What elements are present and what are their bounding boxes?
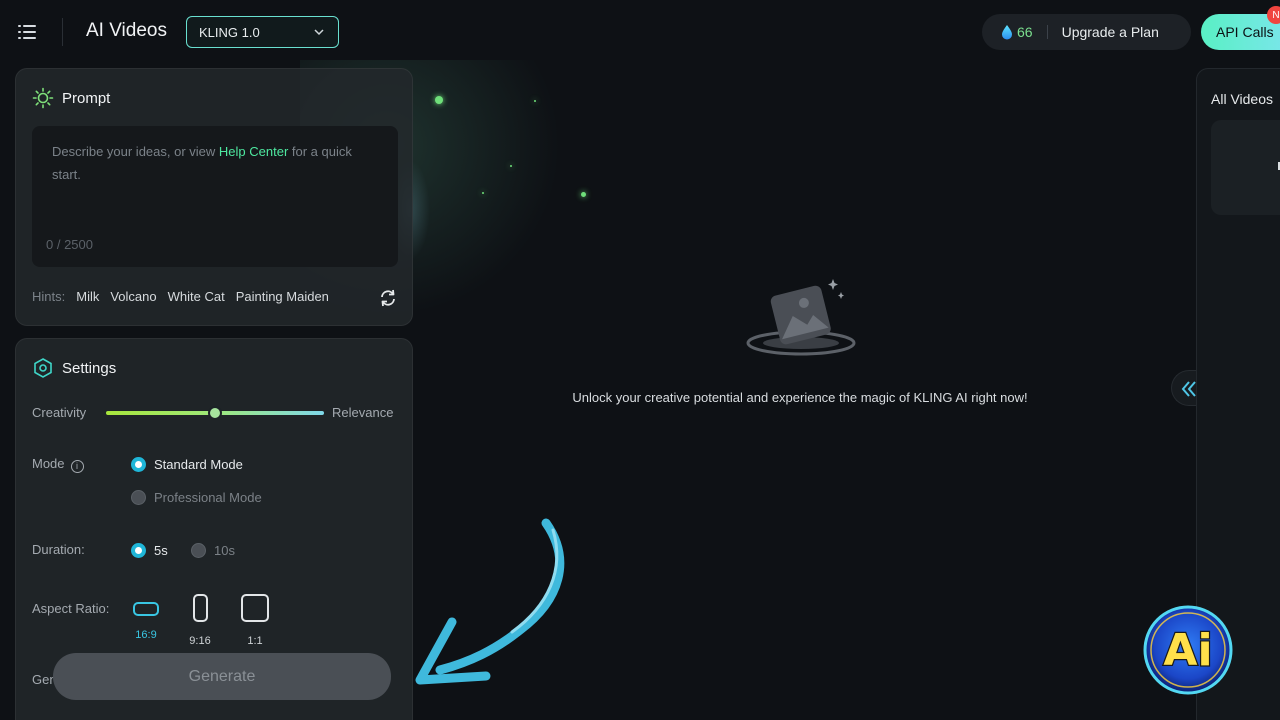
duration-option-label: 5s [154,543,168,558]
upgrade-plan-link[interactable]: Upgrade a Plan [1062,24,1159,40]
radio-selected-icon [131,543,146,558]
background-spark [581,192,586,197]
ratio-label: 16:9 [135,629,157,641]
help-center-link[interactable]: Help Center [219,144,288,159]
landscape-ratio-icon [133,602,159,616]
logo-text: Ai [1163,625,1212,676]
aspect-1-1-option[interactable]: 1:1 [235,594,275,647]
hexagon-settings-icon [34,358,52,378]
background-spark [534,100,536,102]
background-spark [510,165,512,167]
api-calls-label: API Calls [1216,24,1274,40]
hints-row: Hints: Milk Volcano White Cat Painting M… [32,289,329,304]
sun-icon [32,87,54,109]
prompt-card: Prompt Describe your ideas, or view Help… [15,68,413,326]
radio-unselected-icon [131,490,146,505]
ratio-label: 9:16 [189,635,211,647]
hint-chip[interactable]: White Cat [168,289,225,304]
empty-state-message: Unlock your creative potential and exper… [572,390,1028,405]
ai-watermark-logo: Ai [1143,605,1233,695]
mode-option-label: Standard Mode [154,457,243,472]
background-spark [435,96,443,104]
prompt-title: Prompt [62,89,111,107]
hint-chip[interactable]: Painting Maiden [236,289,329,304]
credits-divider [1046,25,1048,39]
video-card-placeholder [1211,120,1280,215]
page-title: AI Videos [86,20,167,41]
mode-label-text: Mode [32,456,65,471]
background-spark [482,192,484,194]
top-bar: AI Videos KLING 1.0 66 Upgrade a Plan AP… [0,0,1280,64]
prompt-placeholder: Describe your ideas, or view Help Center… [52,140,372,186]
portrait-ratio-icon [192,594,208,622]
aspect-16-9-option[interactable]: 16:9 [126,594,166,641]
chevron-down-icon [314,29,324,36]
model-select[interactable]: KLING 1.0 [186,16,339,48]
square-ratio-icon [241,594,269,622]
creativity-label: Creativity [32,405,87,420]
hints-label: Hints: [32,289,66,304]
mode-label: Mode i [32,456,84,473]
relevance-label: Relevance [332,405,394,420]
new-badge: N [1267,6,1280,24]
creativity-relevance-slider[interactable] [106,406,324,420]
duration-option-label: 10s [214,543,235,558]
refresh-icon[interactable] [378,288,398,308]
generate-button[interactable]: Generate [53,653,391,700]
info-icon[interactable]: i [70,460,84,473]
aspect-9-16-option[interactable]: 9:16 [180,594,220,647]
credits-count: 66 [1017,24,1033,40]
credits-upgrade-pill[interactable]: 66 Upgrade a Plan [982,14,1191,50]
empty-state-image-icon [746,279,856,356]
placeholder-text: Describe your ideas, or view [52,144,219,159]
all-videos-tab[interactable]: All Videos [1211,91,1273,107]
credit-drop-icon [1002,25,1012,40]
radio-unselected-icon [191,543,206,558]
hint-chip[interactable]: Milk [76,289,99,304]
menu-icon[interactable] [18,23,38,41]
aspect-ratio-label: Aspect Ratio: [32,601,110,616]
radio-selected-icon [131,457,146,472]
mode-option-label: Professional Mode [154,490,262,505]
prompt-input[interactable]: Describe your ideas, or view Help Center… [32,126,398,267]
duration-label: Duration: [32,542,85,557]
ratio-label: 1:1 [247,635,263,647]
character-count: 0 / 2500 [46,237,93,252]
prompt-header: Prompt [32,87,110,109]
slider-handle[interactable] [208,406,222,420]
professional-mode-option[interactable]: Professional Mode [131,490,262,505]
settings-header: Settings [32,357,116,379]
model-select-value: KLING 1.0 [199,24,260,40]
standard-mode-option[interactable]: Standard Mode [131,457,243,472]
app-root: AI Videos KLING 1.0 66 Upgrade a Plan AP… [0,0,1280,720]
hint-chip[interactable]: Volcano [110,289,156,304]
duration-10s-option[interactable]: 10s [191,543,235,558]
settings-title: Settings [62,359,117,377]
header-divider [62,18,63,46]
duration-5s-option[interactable]: 5s [131,543,168,558]
